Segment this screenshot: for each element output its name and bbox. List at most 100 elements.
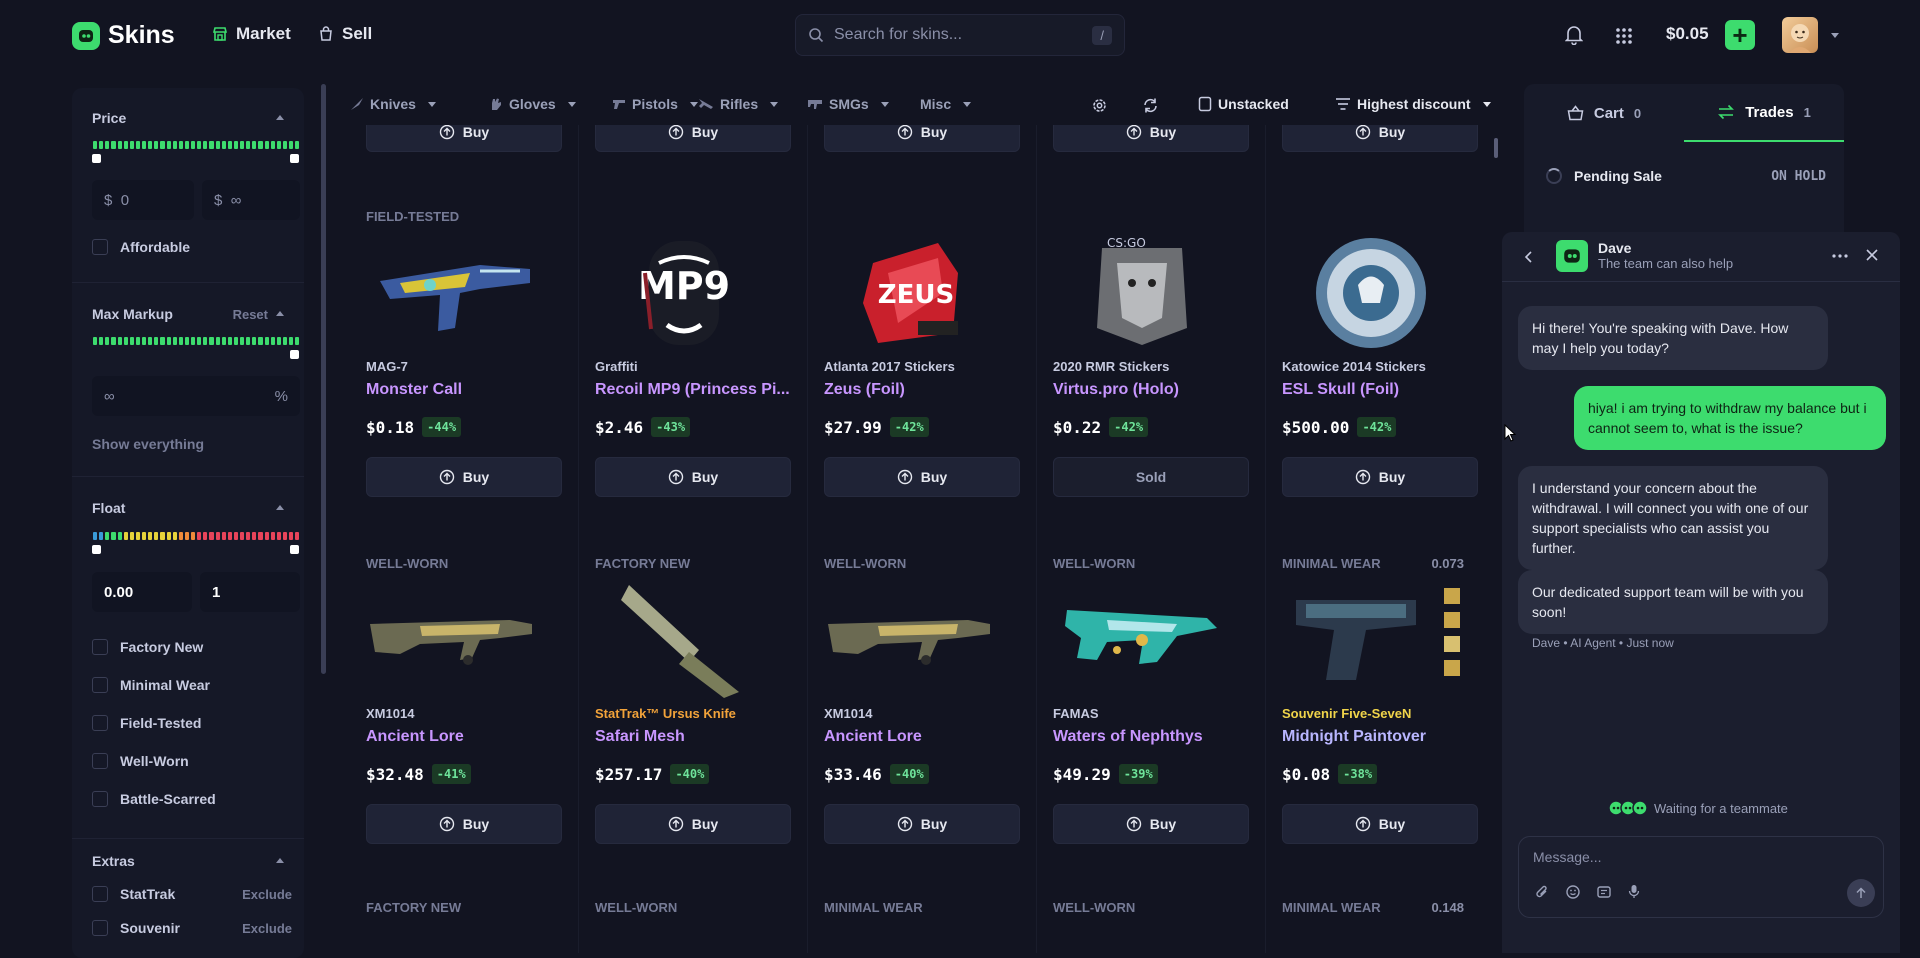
search-bar[interactable]: Search for skins... /	[795, 14, 1125, 56]
buy-button[interactable]: Buy	[824, 457, 1020, 497]
buy-button[interactable]: Buy	[366, 457, 562, 497]
float-option-well-worn[interactable]: Well-Worn	[92, 753, 189, 769]
item-card[interactable]: MINIMAL WEAR 0.073 Souvenir Five-SeveN Midn…	[1266, 556, 1478, 846]
nav-market[interactable]: Market	[212, 24, 291, 44]
checkbox-box[interactable]	[92, 753, 108, 769]
buy-button[interactable]: Buy	[1282, 457, 1478, 497]
collapse-caret-icon[interactable]	[276, 311, 284, 316]
float-option-field-tested[interactable]: Field-Tested	[92, 715, 201, 731]
float-section[interactable]: Float	[92, 500, 292, 520]
souvenir-checkbox[interactable]: Souvenir Exclude	[92, 920, 292, 936]
extras-section[interactable]: Extras	[92, 853, 292, 873]
settings-gear-icon[interactable]	[1091, 97, 1108, 114]
message-input[interactable]: Message...	[1533, 849, 1601, 865]
float-max-field[interactable]: 1	[200, 572, 300, 612]
account-chevron-down-icon[interactable]	[1831, 33, 1839, 38]
apps-grid-icon[interactable]	[1615, 27, 1633, 45]
balance[interactable]: $0.05	[1666, 24, 1709, 44]
close-icon[interactable]	[1866, 249, 1878, 261]
buy-button[interactable]: Buy	[824, 125, 1020, 152]
float-option-factory-new[interactable]: Factory New	[92, 639, 203, 655]
price-section[interactable]: Price	[92, 110, 292, 130]
checkbox-box[interactable]	[92, 677, 108, 693]
emoji-icon[interactable]	[1566, 885, 1580, 899]
filter-knives[interactable]: Knives	[350, 96, 436, 112]
price-min-handle[interactable]	[92, 154, 101, 163]
buy-button[interactable]: Buy	[366, 125, 562, 152]
checkbox-box[interactable]	[92, 920, 108, 936]
buy-button[interactable]: Buy	[824, 804, 1020, 844]
item-card[interactable]: Katowice 2014 Stickers ESL Skull (Foil) $5…	[1266, 209, 1478, 499]
sidebar-scrollbar[interactable]	[321, 84, 326, 674]
filter-pistols[interactable]: Pistols	[612, 96, 698, 112]
more-options-icon[interactable]	[1832, 254, 1848, 258]
item-card[interactable]: WELL-WORN	[1037, 900, 1247, 953]
item-card[interactable]: MP9 Graffiti Recoil MP9 (Princess Pi... $2.…	[579, 209, 791, 499]
price-max-field[interactable]: $ ∞	[202, 180, 300, 220]
collapse-caret-icon[interactable]	[276, 115, 284, 120]
avatar[interactable]	[1782, 17, 1818, 53]
buy-button[interactable]: Buy	[595, 457, 791, 497]
buy-button[interactable]: Buy	[1282, 804, 1478, 844]
item-card[interactable]: ZEUS Atlanta 2017 Stickers Zeus (Foil) $27.…	[808, 209, 1020, 499]
item-card[interactable]: MINIMAL WEAR	[808, 900, 1018, 953]
unstacked-toggle[interactable]: Unstacked	[1198, 96, 1289, 112]
filter-misc[interactable]: Misc	[920, 96, 972, 112]
back-chevron-icon[interactable]	[1524, 251, 1533, 263]
souvenir-exclude-button[interactable]: Exclude	[242, 921, 292, 936]
gif-icon[interactable]	[1597, 886, 1611, 898]
markup-handle[interactable]	[290, 350, 299, 359]
filter-rifles[interactable]: Rifles	[698, 96, 779, 112]
price-min-field[interactable]: $ 0	[92, 180, 194, 220]
float-max-handle[interactable]	[290, 545, 299, 554]
collapse-caret-icon[interactable]	[276, 858, 284, 863]
collapse-caret-icon[interactable]	[276, 505, 284, 510]
add-funds-button[interactable]: +	[1725, 20, 1755, 50]
item-card[interactable]: FACTORY NEW	[350, 900, 560, 953]
bell-icon[interactable]	[1565, 25, 1583, 45]
buy-button[interactable]: Buy	[1053, 125, 1249, 152]
filter-gloves[interactable]: Gloves	[489, 96, 576, 112]
float-min-field[interactable]: 0.00	[92, 572, 192, 612]
affordable-checkbox[interactable]: Affordable	[92, 239, 190, 255]
buy-button[interactable]: Buy	[1053, 804, 1249, 844]
item-card[interactable]: FACTORY NEW StatTrak™ Ursus Knife Safari M…	[579, 556, 791, 846]
refresh-icon[interactable]	[1142, 97, 1159, 114]
buy-button[interactable]: Buy	[595, 804, 791, 844]
markup-field[interactable]: ∞%	[92, 376, 300, 416]
buy-button[interactable]: Buy	[595, 125, 791, 152]
pending-sale-row[interactable]: Pending Sale ON HOLD	[1546, 168, 1826, 184]
show-everything-link[interactable]: Show everything	[92, 436, 204, 452]
checkbox-box[interactable]	[92, 239, 108, 255]
send-button[interactable]	[1847, 879, 1875, 907]
checkbox-box[interactable]	[92, 639, 108, 655]
price-max-handle[interactable]	[290, 154, 299, 163]
item-card[interactable]: MINIMAL WEAR 0.148	[1266, 900, 1476, 953]
buy-button[interactable]: Buy	[1282, 125, 1478, 152]
item-card[interactable]: FIELD-TESTED MAG-7 Monster Call $0.18 -44% Bu…	[350, 209, 562, 499]
item-card[interactable]: WELL-WORN	[579, 900, 789, 953]
logo[interactable]: Skins	[72, 21, 175, 50]
checkbox-icon[interactable]	[1198, 96, 1212, 112]
reset-button[interactable]: Reset	[233, 307, 268, 322]
sort-dropdown[interactable]: Highest discount	[1335, 96, 1491, 112]
item-card[interactable]: CS:GO 2020 RMR Stickers Virtus.pro (Holo) $…	[1037, 209, 1249, 499]
attach-paperclip-icon[interactable]	[1535, 885, 1549, 899]
max-markup-section[interactable]: Max Markup Reset	[92, 306, 292, 326]
tab-cart[interactable]: Cart 0	[1524, 84, 1684, 142]
item-card[interactable]: WELL-WORN FAMAS Waters of Nephthys $49.29 -3…	[1037, 556, 1249, 846]
stattrak-checkbox[interactable]: StatTrak Exclude	[92, 886, 292, 902]
tab-trades[interactable]: Trades 1	[1684, 84, 1844, 142]
nav-sell[interactable]: Sell	[318, 24, 372, 44]
buy-button[interactable]: Buy	[366, 804, 562, 844]
float-option-minimal-wear[interactable]: Minimal Wear	[92, 677, 210, 693]
float-min-handle[interactable]	[92, 545, 101, 554]
float-option-battle-scarred[interactable]: Battle-Scarred	[92, 791, 216, 807]
grid-scrollbar[interactable]	[1494, 138, 1498, 158]
sold-button[interactable]: Sold	[1053, 457, 1249, 497]
checkbox-box[interactable]	[92, 886, 108, 902]
stattrak-exclude-button[interactable]: Exclude	[242, 887, 292, 902]
microphone-icon[interactable]	[1628, 884, 1640, 899]
item-card[interactable]: WELL-WORN XM1014 Ancient Lore $32.48 -41% Buy	[350, 556, 562, 846]
checkbox-box[interactable]	[92, 715, 108, 731]
